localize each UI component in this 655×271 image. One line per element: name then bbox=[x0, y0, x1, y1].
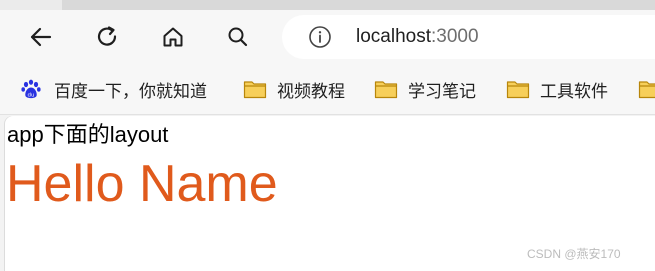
address-bar[interactable]: localhost:3000 bbox=[282, 15, 655, 59]
bookmark-folder-video[interactable]: 视频教程 bbox=[243, 76, 345, 102]
layout-text: app下面的layout bbox=[7, 122, 169, 147]
folder-icon bbox=[243, 78, 267, 100]
reload-button[interactable] bbox=[90, 22, 124, 52]
bookmark-folder-tools[interactable]: 工具软件 bbox=[506, 76, 608, 102]
browser-toolbar: localhost:3000 bbox=[0, 10, 655, 64]
bookmark-label: 视频教程 bbox=[277, 81, 345, 101]
bookmark-baidu[interactable]: du 百度一下，你就知道 bbox=[20, 76, 207, 102]
site-info-icon[interactable] bbox=[308, 25, 332, 49]
search-icon bbox=[228, 27, 248, 47]
tab-strip bbox=[0, 0, 655, 10]
bookmark-label: 工具软件 bbox=[540, 81, 608, 101]
bookmarks-bar: du 百度一下，你就知道 视频教程 学习笔记 工具软件 bbox=[0, 64, 655, 115]
csdn-watermark: CSDN @燕安170 bbox=[527, 247, 621, 261]
back-button[interactable] bbox=[24, 22, 58, 52]
hello-heading: Hello Name bbox=[6, 155, 278, 213]
url-port: :3000 bbox=[431, 26, 479, 47]
svg-text:du: du bbox=[28, 93, 35, 99]
home-icon bbox=[163, 27, 183, 47]
bookmark-folder-overflow[interactable] bbox=[638, 76, 655, 102]
folder-icon bbox=[638, 78, 655, 100]
bookmark-label: 百度一下，你就知道 bbox=[54, 81, 207, 101]
bookmark-folder-notes[interactable]: 学习笔记 bbox=[374, 76, 476, 102]
active-tab-edge[interactable] bbox=[0, 0, 62, 10]
search-button[interactable] bbox=[221, 22, 255, 52]
baidu-paw-icon: du bbox=[20, 78, 44, 100]
folder-icon bbox=[374, 78, 398, 100]
home-button[interactable] bbox=[156, 22, 190, 52]
reload-icon bbox=[97, 26, 117, 46]
back-arrow-icon bbox=[30, 27, 52, 47]
url-host: localhost bbox=[356, 26, 431, 47]
bookmark-label: 学习笔记 bbox=[408, 81, 476, 101]
folder-icon bbox=[506, 78, 530, 100]
url-text[interactable]: localhost:3000 bbox=[356, 26, 479, 48]
